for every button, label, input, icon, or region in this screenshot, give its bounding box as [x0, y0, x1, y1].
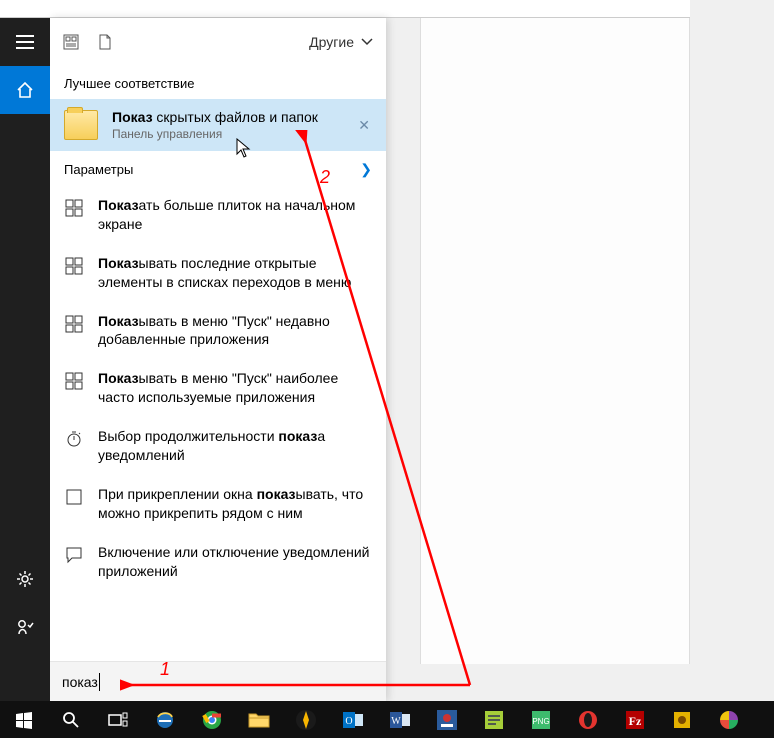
cortana-search[interactable]: [47, 701, 94, 738]
search-query-text: показ: [62, 674, 98, 690]
result-text: Показывать в меню "Пуск" недавно добавле…: [98, 312, 370, 350]
util-icon: [669, 707, 695, 733]
folder-icon: [64, 110, 98, 140]
background-window-panel: [420, 18, 690, 664]
rail-menu-button[interactable]: [0, 18, 50, 66]
chat-icon: [64, 545, 84, 565]
filters-dropdown[interactable]: Другие: [309, 34, 374, 50]
tiles-icon: [64, 314, 84, 334]
png-app[interactable]: PNG: [517, 701, 564, 738]
picasa-icon: [716, 707, 742, 733]
taskview-icon: [105, 707, 131, 733]
cortana-search-panel: Другие Лучшее соответствие Показ скрытых…: [50, 18, 386, 701]
search-icon: [58, 707, 84, 733]
settings-results-list: Показать больше плиток на начальном экра…: [50, 186, 386, 661]
settings-result-item[interactable]: Выбор продолжительности показа уведомлен…: [50, 417, 386, 475]
chevron-right-icon: ❯: [360, 161, 372, 178]
svg-text:O: O: [345, 716, 352, 727]
search-input[interactable]: показ: [50, 661, 386, 701]
background-window-titlebar: [0, 0, 690, 18]
result-text: Показывать в меню "Пуск" наиболее часто …: [98, 369, 370, 407]
chevron-down-icon: [360, 37, 374, 47]
word-icon: W: [387, 707, 413, 733]
taskbar: O W PNG Fz: [0, 701, 774, 738]
aimp-icon: [293, 707, 319, 733]
svg-text:Fz: Fz: [628, 714, 641, 728]
result-text: Выбор продолжительности показа уведомлен…: [98, 427, 370, 465]
aimp-app[interactable]: [282, 701, 329, 738]
start-button[interactable]: [0, 701, 47, 738]
outlook-app[interactable]: O: [329, 701, 376, 738]
fz-icon: Fz: [622, 707, 648, 733]
settings-result-item[interactable]: При прикреплении окна показывать, что мо…: [50, 475, 386, 533]
settings-result-item[interactable]: Показывать последние открытые элементы в…: [50, 244, 386, 302]
document-view-icon[interactable]: [96, 33, 114, 51]
ie-app[interactable]: [141, 701, 188, 738]
settings-result-item[interactable]: Включение или отключение уведомлений при…: [50, 533, 386, 591]
settings-result-item[interactable]: Показывать в меню "Пуск" недавно добавле…: [50, 302, 386, 360]
outlook-icon: O: [340, 707, 366, 733]
best-match-subtitle: Панель управления: [112, 127, 340, 141]
chrome-icon: [199, 707, 225, 733]
svg-text:W: W: [391, 716, 401, 727]
rail-settings-button[interactable]: [0, 555, 50, 603]
task-view[interactable]: [94, 701, 141, 738]
notepadpp-app[interactable]: [470, 701, 517, 738]
folder-icon: [246, 707, 272, 733]
best-match-title: Показ скрытых файлов и папок: [112, 109, 340, 125]
rail-feedback-button[interactable]: [0, 603, 50, 651]
result-text: При прикреплении окна показывать, что мо…: [98, 485, 370, 523]
settings-result-item[interactable]: Показать больше плиток на начальном экра…: [50, 186, 386, 244]
ie-icon: [152, 707, 178, 733]
square-icon: [64, 487, 84, 507]
tiles-icon: [64, 371, 84, 391]
svg-text:PNG: PNG: [532, 717, 549, 726]
tiles-icon: [64, 198, 84, 218]
close-icon[interactable]: ✕: [354, 117, 374, 134]
irfan-icon: [434, 707, 460, 733]
npp-icon: [481, 707, 507, 733]
word-app[interactable]: W: [376, 701, 423, 738]
chrome-app[interactable]: [188, 701, 235, 738]
best-match-result[interactable]: Показ скрытых файлов и папок Панель упра…: [50, 99, 386, 151]
irfan-app[interactable]: [423, 701, 470, 738]
apps-view-icon[interactable]: [62, 33, 80, 51]
filters-label: Другие: [309, 34, 354, 50]
result-text: Показать больше плиток на начальном экра…: [98, 196, 370, 234]
start-left-rail: [0, 18, 50, 701]
utility-app[interactable]: [658, 701, 705, 738]
best-match-header: Лучшее соответствие: [50, 66, 386, 99]
timer-icon: [64, 429, 84, 449]
result-text: Включение или отключение уведомлений при…: [98, 543, 370, 581]
png-icon: PNG: [528, 707, 554, 733]
win-icon: [11, 707, 37, 733]
settings-result-item[interactable]: Показывать в меню "Пуск" наиболее часто …: [50, 359, 386, 417]
opera-app[interactable]: [564, 701, 611, 738]
settings-header[interactable]: Параметры ❯: [50, 151, 386, 186]
rail-home-button[interactable]: [0, 66, 50, 114]
tiles-icon: [64, 256, 84, 276]
explorer-app[interactable]: [235, 701, 282, 738]
search-panel-toolbar: Другие: [50, 18, 386, 66]
opera-icon: [575, 707, 601, 733]
picasa-app[interactable]: [705, 701, 752, 738]
filezilla-app[interactable]: Fz: [611, 701, 658, 738]
result-text: Показывать последние открытые элементы в…: [98, 254, 370, 292]
